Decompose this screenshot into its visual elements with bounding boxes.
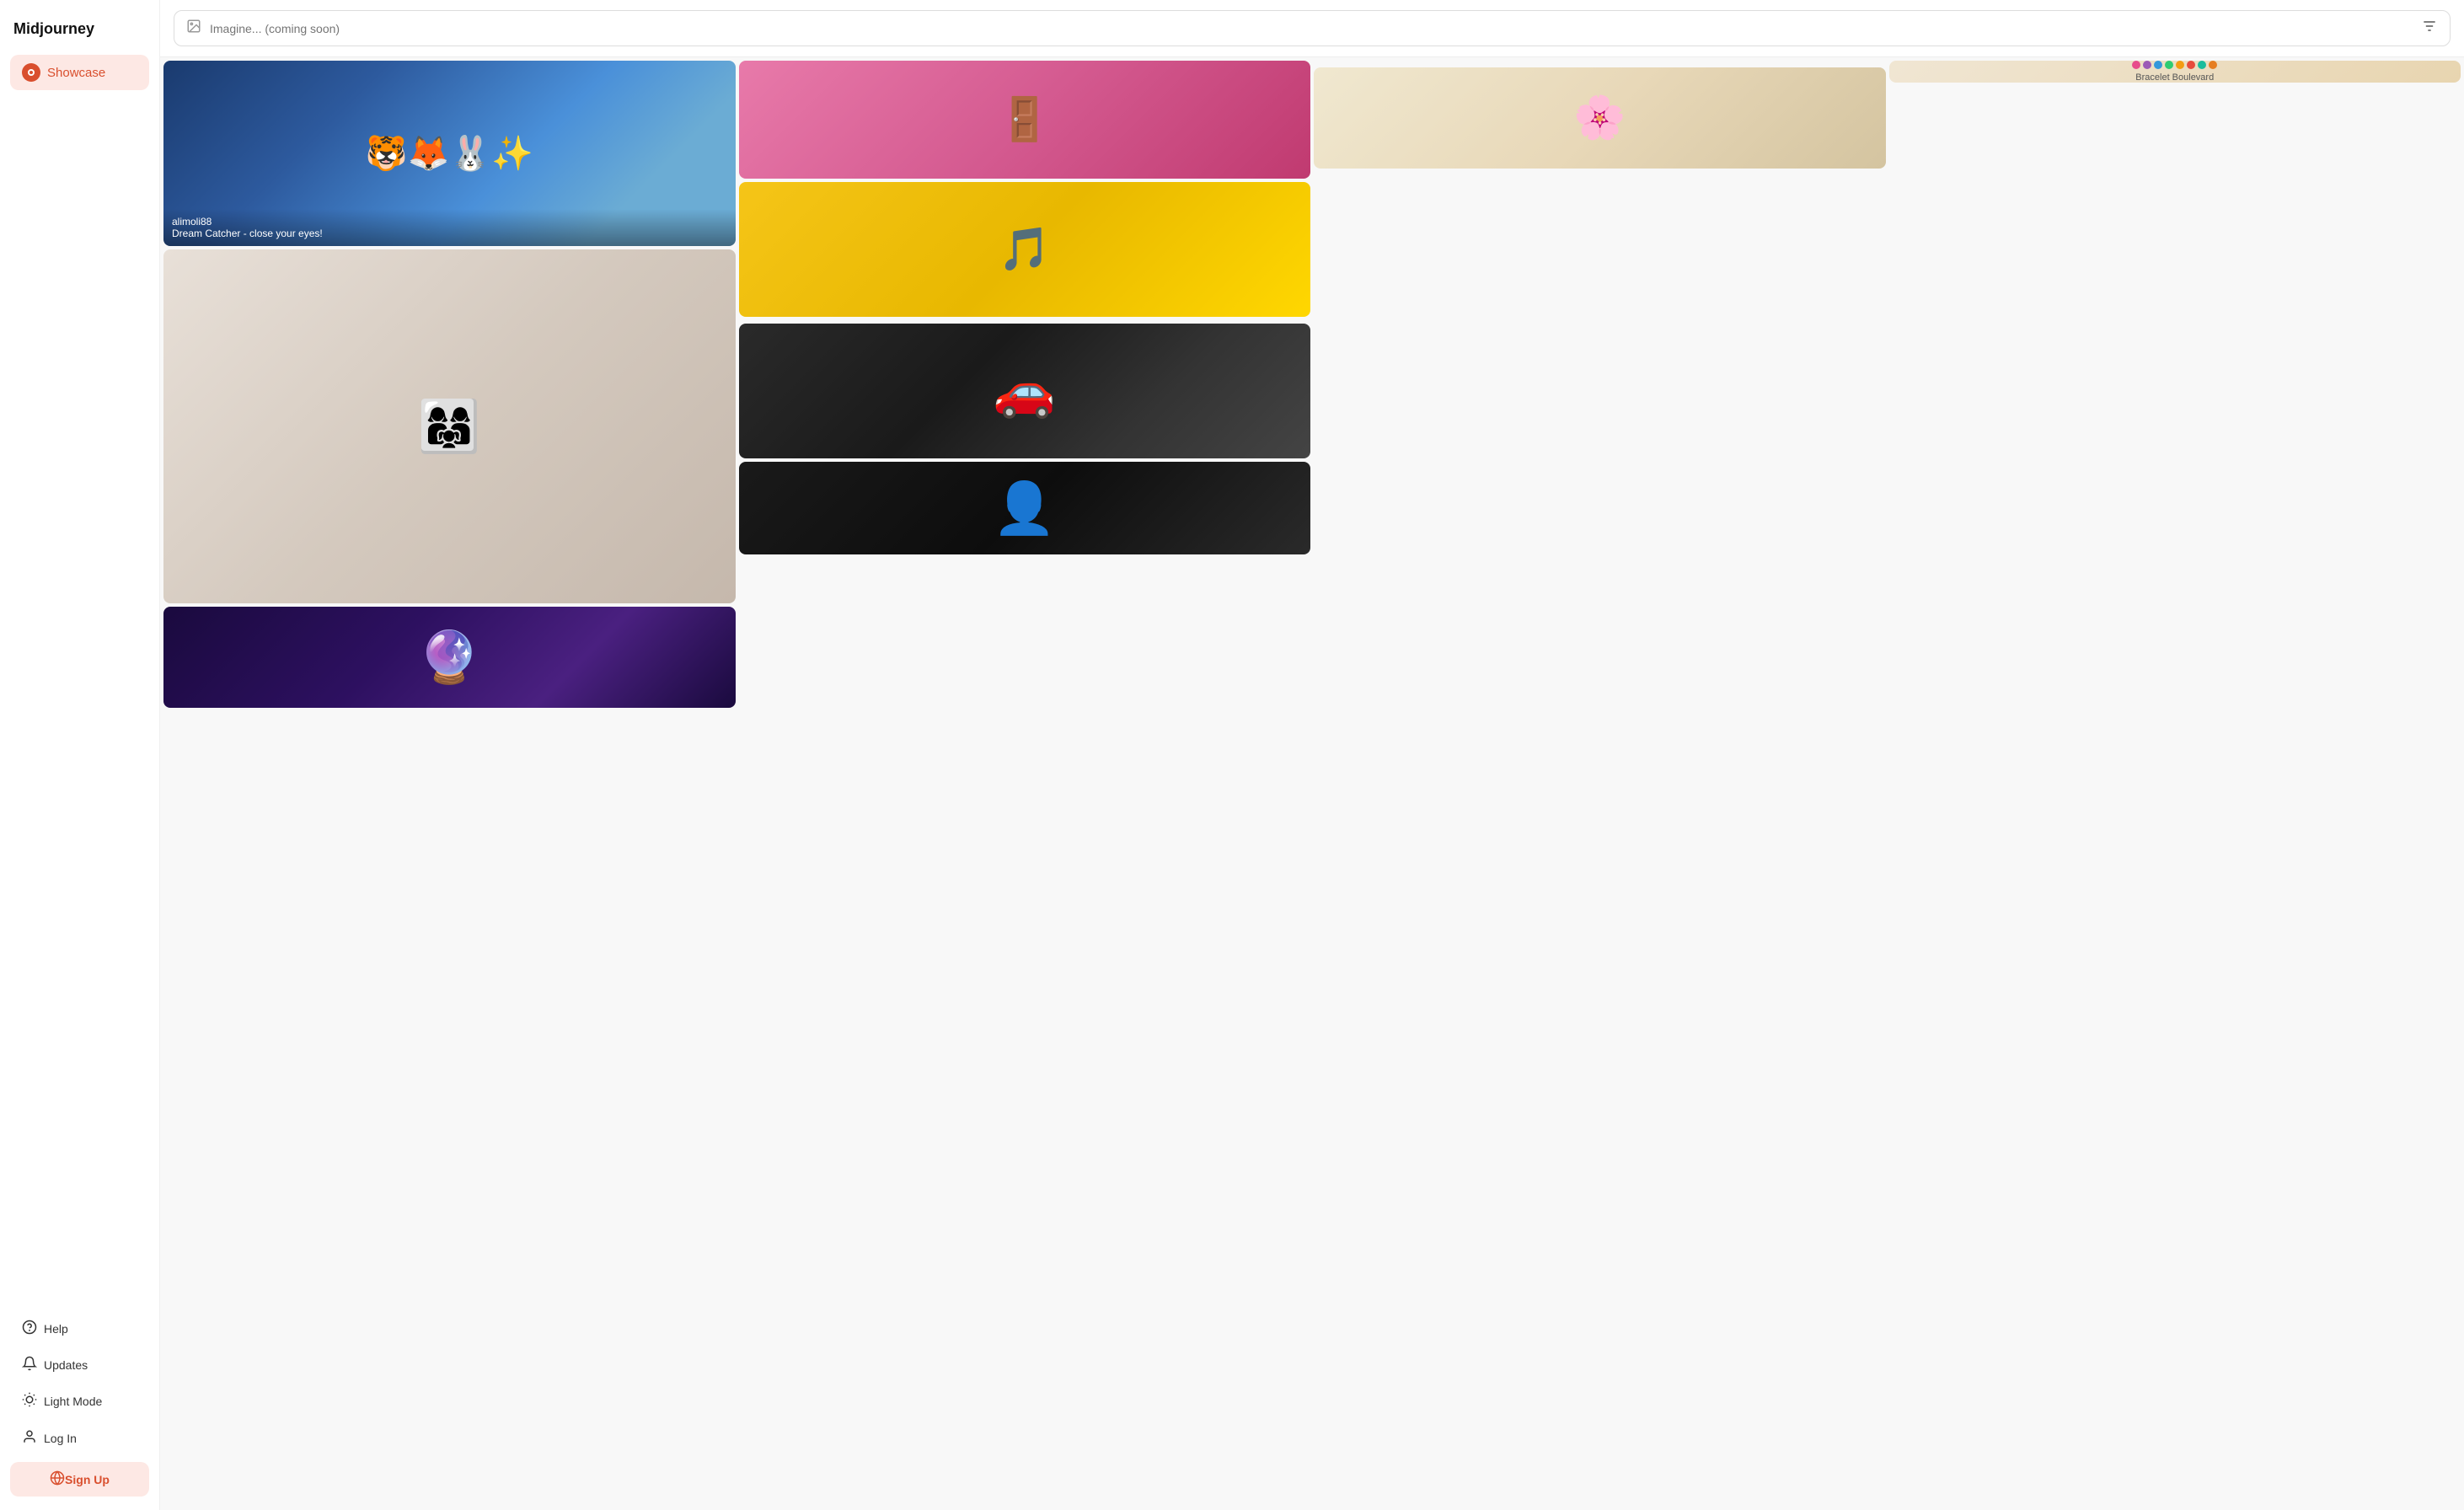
gallery: alimoli88 Dream Catcher - close your eye… — [160, 57, 2464, 1510]
gallery-item-mother-daughter[interactable] — [163, 249, 736, 603]
gallery-column-3 — [1314, 61, 1886, 708]
gallery-item-anime-girl[interactable] — [1314, 67, 1886, 169]
gallery-column-1: alimoli88 Dream Catcher - close your eye… — [163, 61, 736, 708]
help-circle-icon — [22, 1320, 37, 1337]
user-icon — [22, 1429, 37, 1447]
sidebar-item-help[interactable]: Help — [10, 1312, 149, 1345]
help-label: Help — [44, 1322, 68, 1336]
sidebar-item-showcase[interactable]: Showcase — [10, 55, 149, 90]
search-bar — [160, 0, 2464, 57]
sun-icon — [22, 1392, 37, 1410]
light-mode-label: Light Mode — [44, 1395, 102, 1408]
sidebar: Midjourney Showcase Help — [0, 0, 160, 1510]
sidebar-item-showcase-label: Showcase — [47, 66, 105, 80]
updates-label: Updates — [44, 1358, 88, 1372]
signup-button[interactable]: Sign Up — [10, 1462, 149, 1497]
showcase-icon — [22, 63, 40, 82]
bell-icon — [22, 1356, 37, 1373]
filter-icon[interactable] — [2421, 18, 2438, 39]
gallery-column-4: Bracelet Boulevard — [1889, 61, 2461, 708]
gallery-item-car[interactable] — [739, 324, 1311, 458]
gallery-item-head-bald[interactable] — [739, 462, 1311, 554]
search-container[interactable] — [174, 10, 2451, 46]
login-label: Log In — [44, 1432, 77, 1445]
image-search-icon — [186, 19, 201, 38]
signup-label: Sign Up — [65, 1473, 110, 1486]
login-button[interactable]: Log In — [10, 1421, 149, 1455]
sidebar-item-light-mode[interactable]: Light Mode — [10, 1384, 149, 1417]
username-alimoli88: alimoli88 — [172, 216, 212, 228]
gallery-item-fortune-teller[interactable] — [163, 607, 736, 708]
app-title: Midjourney — [10, 13, 149, 55]
caption-anime: Dream Catcher - close your eyes! — [172, 228, 323, 239]
item-overlay-anime: alimoli88 Dream Catcher - close your eye… — [163, 209, 736, 246]
globe-icon — [50, 1470, 65, 1488]
gallery-item-vinyl[interactable] — [739, 182, 1311, 317]
masonry-grid: alimoli88 Dream Catcher - close your eye… — [160, 57, 2464, 711]
gallery-item-pink-door[interactable] — [739, 61, 1311, 179]
sidebar-item-updates[interactable]: Updates — [10, 1348, 149, 1381]
gallery-item-bracelet[interactable]: Bracelet Boulevard — [1889, 61, 2461, 83]
main-content: alimoli88 Dream Catcher - close your eye… — [160, 0, 2464, 1510]
bracelet-boulevard-text: Bracelet Boulevard — [2135, 72, 2214, 83]
gallery-item-anime-adventure[interactable]: alimoli88 Dream Catcher - close your eye… — [163, 61, 736, 246]
search-input[interactable] — [210, 22, 2413, 35]
gallery-column-2 — [739, 61, 1311, 708]
sidebar-bottom: Help Updates — [10, 1312, 149, 1497]
